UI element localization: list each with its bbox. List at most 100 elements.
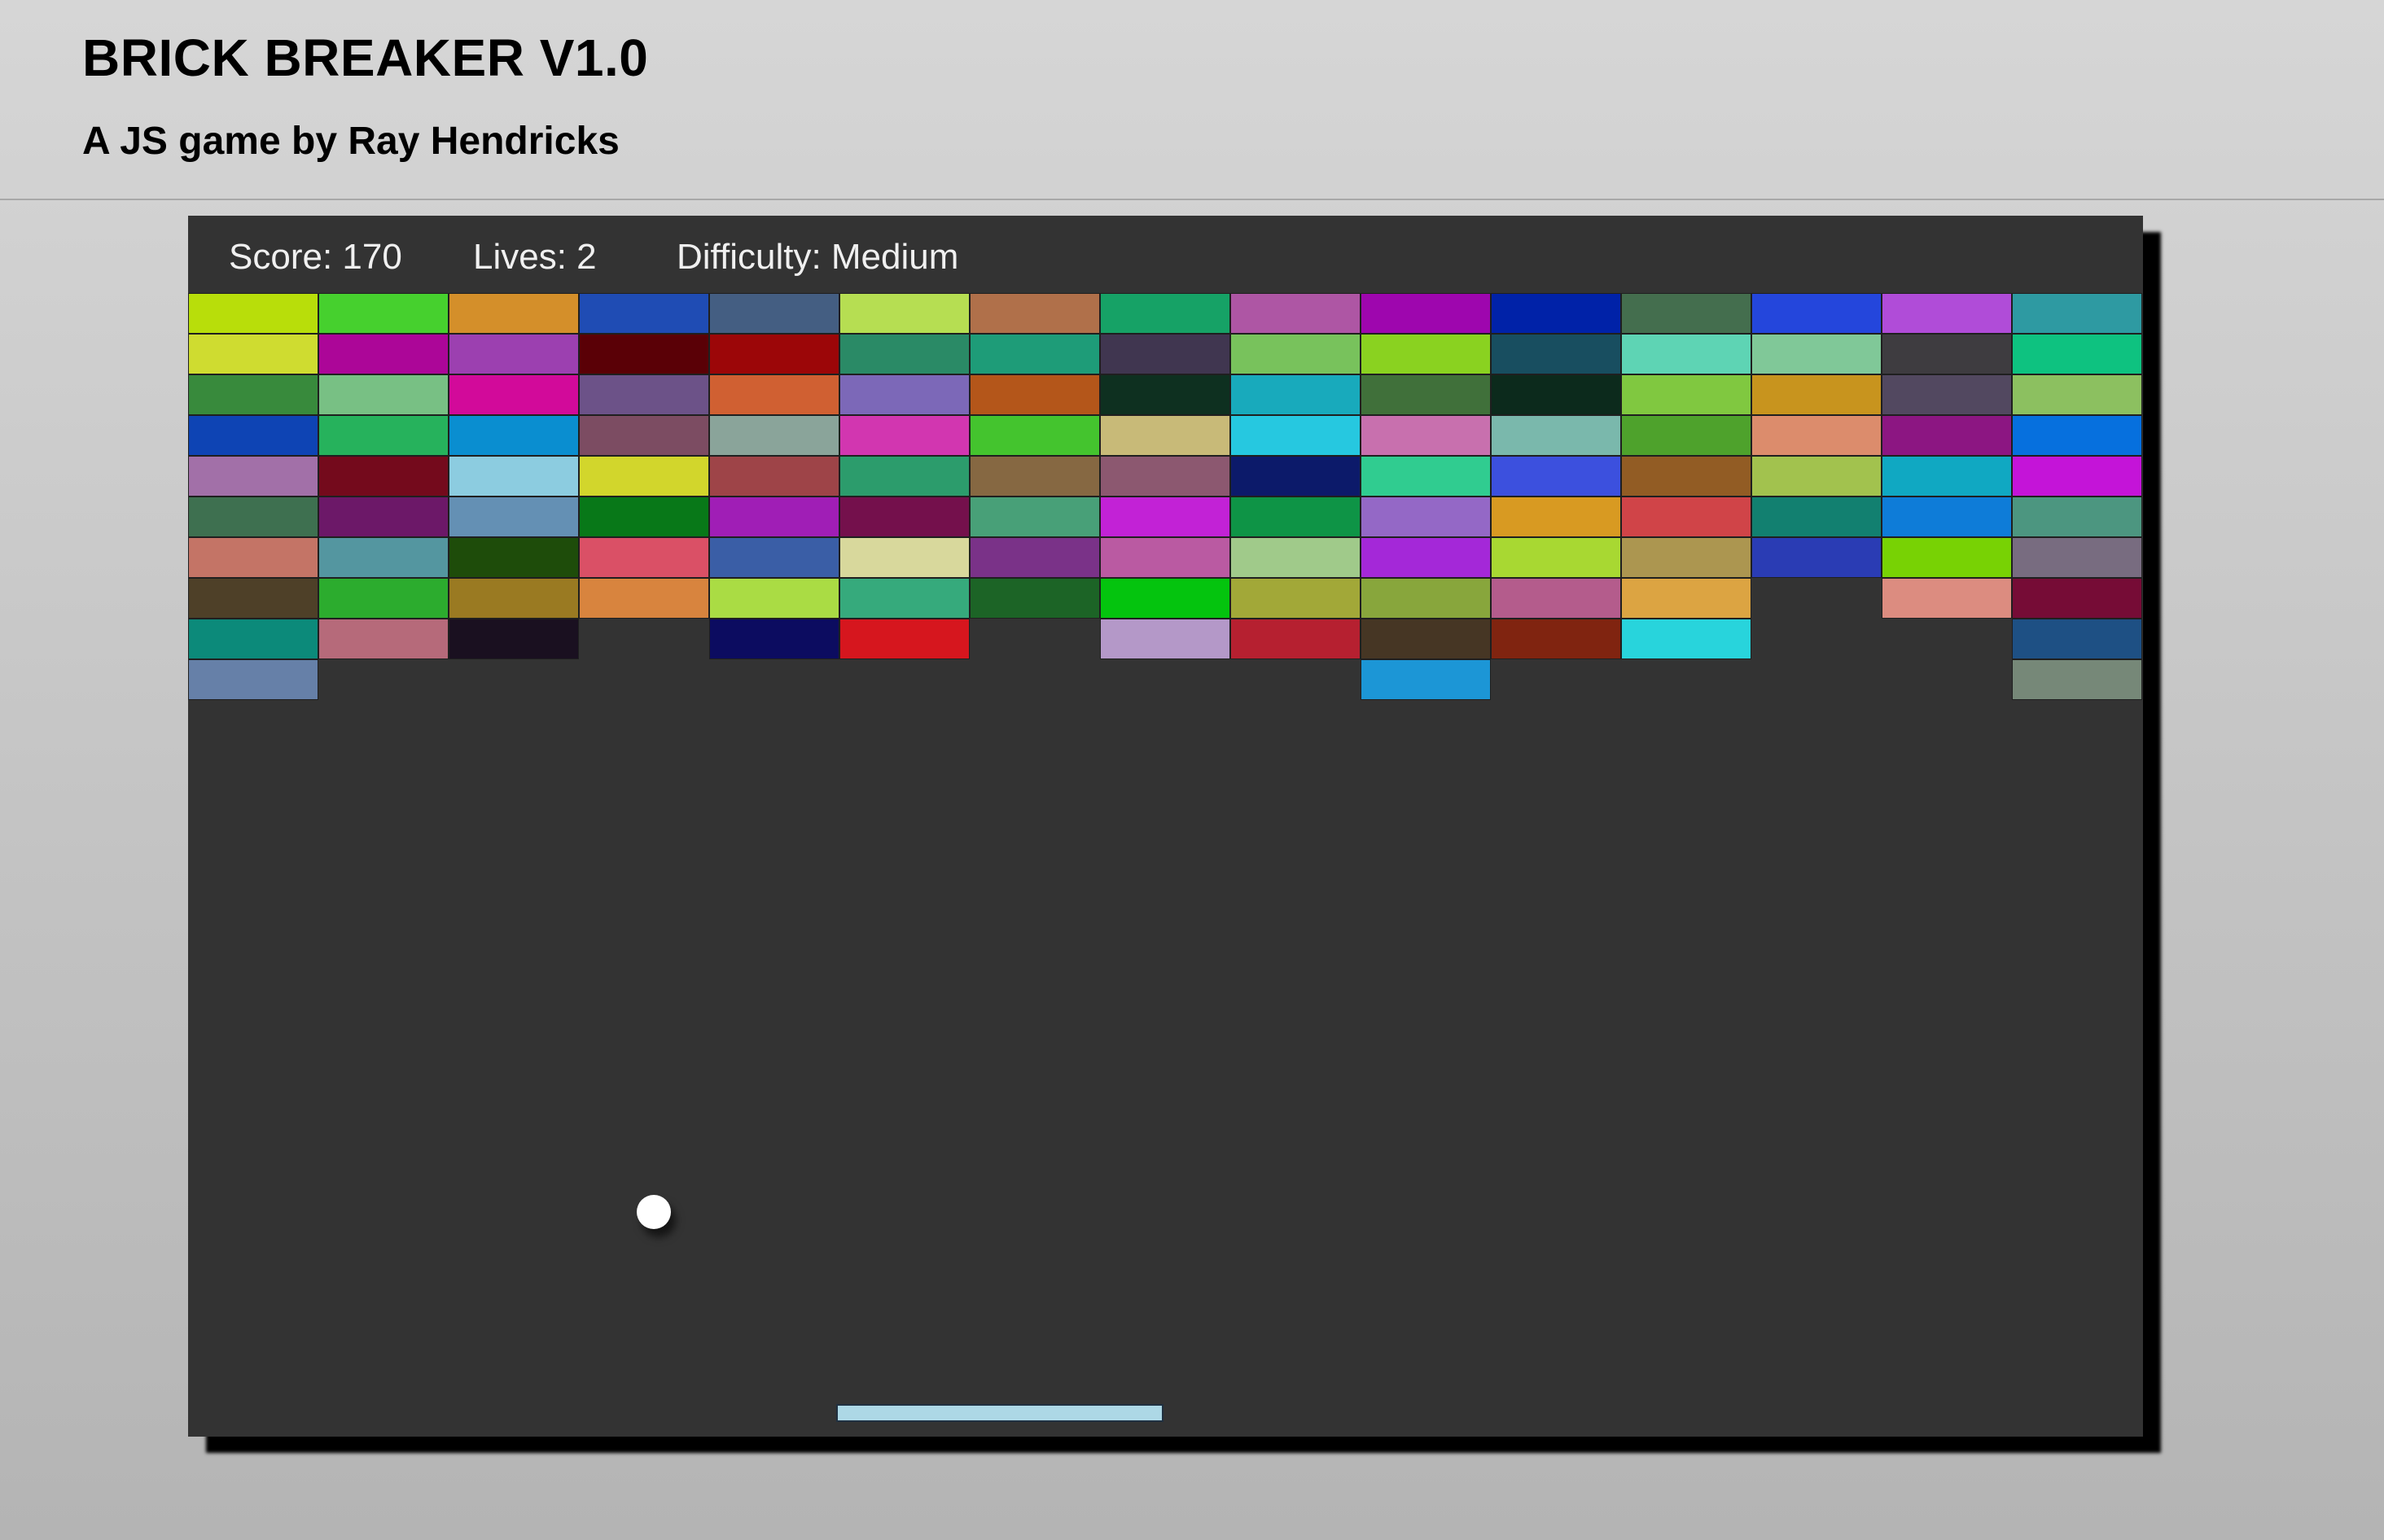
- brick: [2012, 456, 2142, 497]
- brick: [1882, 293, 2012, 334]
- brick: [1100, 415, 1230, 456]
- brick: [1621, 456, 1751, 497]
- brick: [1230, 456, 1361, 497]
- brick: [709, 497, 839, 537]
- score-label: Score: 170: [229, 237, 402, 277]
- brick: [1230, 497, 1361, 537]
- brick: [188, 374, 318, 415]
- brick: [1230, 293, 1361, 334]
- brick: [318, 374, 449, 415]
- brick: [579, 293, 709, 334]
- brick: [449, 578, 579, 619]
- brick: [579, 456, 709, 497]
- brick: [318, 293, 449, 334]
- brick: [1230, 415, 1361, 456]
- brick: [2012, 334, 2142, 374]
- brick: [579, 415, 709, 456]
- brick: [1751, 374, 1882, 415]
- brick: [449, 334, 579, 374]
- brick: [1100, 537, 1230, 578]
- brick: [970, 578, 1100, 619]
- brick: [1621, 497, 1751, 537]
- brick: [2012, 537, 2142, 578]
- brick: [318, 334, 449, 374]
- brick: [579, 537, 709, 578]
- brick: [970, 334, 1100, 374]
- brick: [1100, 334, 1230, 374]
- brick: [188, 537, 318, 578]
- brick: [1361, 497, 1491, 537]
- ball: [637, 1195, 671, 1229]
- brick: [1882, 374, 2012, 415]
- brick: [709, 415, 839, 456]
- brick: [2012, 619, 2142, 659]
- brick: [1361, 619, 1491, 659]
- brick: [1491, 578, 1621, 619]
- brick: [839, 578, 970, 619]
- brick: [709, 619, 839, 659]
- brick: [1751, 293, 1882, 334]
- brick: [188, 293, 318, 334]
- brick: [449, 293, 579, 334]
- brick: [188, 497, 318, 537]
- brick: [970, 374, 1100, 415]
- brick: [449, 456, 579, 497]
- brick: [318, 578, 449, 619]
- brick: [839, 293, 970, 334]
- brick: [1882, 415, 2012, 456]
- brick: [1100, 497, 1230, 537]
- brick: [709, 456, 839, 497]
- brick: [188, 619, 318, 659]
- brick: [1882, 334, 2012, 374]
- brick: [1621, 293, 1751, 334]
- brick: [1361, 415, 1491, 456]
- brick: [188, 456, 318, 497]
- brick: [579, 497, 709, 537]
- brick: [1882, 497, 2012, 537]
- brick: [709, 537, 839, 578]
- page-header: BRICK BREAKER V1.0 A JS game by Ray Hend…: [0, 0, 2384, 200]
- brick: [839, 456, 970, 497]
- game-canvas[interactable]: Score: 170 Lives: 2 Difficulty: Medium: [188, 216, 2143, 1437]
- brick: [449, 537, 579, 578]
- brick-grid: [188, 293, 2143, 716]
- brick: [449, 374, 579, 415]
- brick: [1491, 497, 1621, 537]
- brick: [709, 293, 839, 334]
- brick: [1491, 537, 1621, 578]
- brick: [1230, 537, 1361, 578]
- brick: [839, 497, 970, 537]
- brick: [1100, 578, 1230, 619]
- brick: [1621, 334, 1751, 374]
- brick: [188, 659, 318, 700]
- brick: [709, 334, 839, 374]
- brick: [1751, 415, 1882, 456]
- brick: [1621, 374, 1751, 415]
- brick: [1230, 374, 1361, 415]
- brick: [2012, 293, 2142, 334]
- brick: [1882, 537, 2012, 578]
- page-title: BRICK BREAKER V1.0: [82, 28, 649, 87]
- brick: [1751, 334, 1882, 374]
- brick: [188, 578, 318, 619]
- paddle[interactable]: [836, 1404, 1164, 1422]
- brick: [579, 334, 709, 374]
- brick: [970, 497, 1100, 537]
- brick: [1361, 456, 1491, 497]
- brick: [1361, 334, 1491, 374]
- brick: [449, 497, 579, 537]
- brick: [1100, 456, 1230, 497]
- brick: [1882, 578, 2012, 619]
- brick: [1361, 374, 1491, 415]
- brick: [579, 578, 709, 619]
- brick: [188, 415, 318, 456]
- brick: [1230, 619, 1361, 659]
- brick: [1491, 334, 1621, 374]
- brick: [579, 374, 709, 415]
- brick: [318, 456, 449, 497]
- brick: [1361, 537, 1491, 578]
- lives-label: Lives: 2: [473, 237, 597, 277]
- brick: [839, 334, 970, 374]
- brick: [970, 293, 1100, 334]
- brick: [1621, 415, 1751, 456]
